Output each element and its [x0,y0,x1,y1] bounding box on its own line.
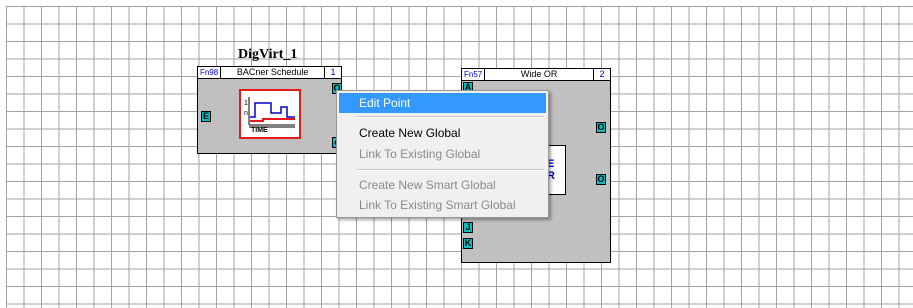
canvas-top-margin [0,0,913,6]
block-number: 2 [599,69,605,79]
canvas-left-margin [0,0,6,308]
schedule-icon: 1 n TIME [239,89,301,139]
input-port-e[interactable]: E [201,111,211,122]
menu-separator [357,116,544,118]
block-number: 1 [330,67,336,77]
logic-canvas-grid[interactable]: DigVirt_1 Fn98 BACner Schedule 1 E O o 1… [0,0,913,308]
block-title-digvirt-1: DigVirt_1 [238,47,298,62]
block-name: Wide OR [485,69,594,80]
input-port-k[interactable]: K [463,238,473,249]
menu-item-link-existing-global[interactable]: Link To Existing Global [339,144,546,164]
function-number: Fn57 [462,69,486,80]
schedule-graph-icon [248,97,295,128]
menu-item-edit-point[interactable]: Edit Point [339,93,546,113]
block-header: Fn98 BACner Schedule 1 [198,67,341,79]
block-header: Fn57 Wide OR 2 [462,69,610,81]
menu-item-create-new-global[interactable]: Create New Global [339,123,546,143]
schedule-level-off: n [244,110,248,117]
output-port-o-lower[interactable]: O [596,174,606,185]
schedule-time-label: TIME [251,127,268,134]
function-number: Fn98 [198,67,222,78]
menu-separator [357,169,544,171]
input-port-j[interactable]: J [463,222,473,233]
schedule-level-on: 1 [244,100,248,107]
block-name: BACner Schedule [221,67,325,78]
context-menu[interactable]: Edit Point Create New Global Link To Exi… [336,90,549,218]
menu-item-link-existing-smart-global[interactable]: Link To Existing Smart Global [339,195,546,215]
output-port-o[interactable]: O [596,122,606,133]
bacnet-schedule-block[interactable]: Fn98 BACner Schedule 1 E O o 1 n TIME [197,66,342,154]
menu-item-create-new-smart-global[interactable]: Create New Smart Global [339,175,546,195]
